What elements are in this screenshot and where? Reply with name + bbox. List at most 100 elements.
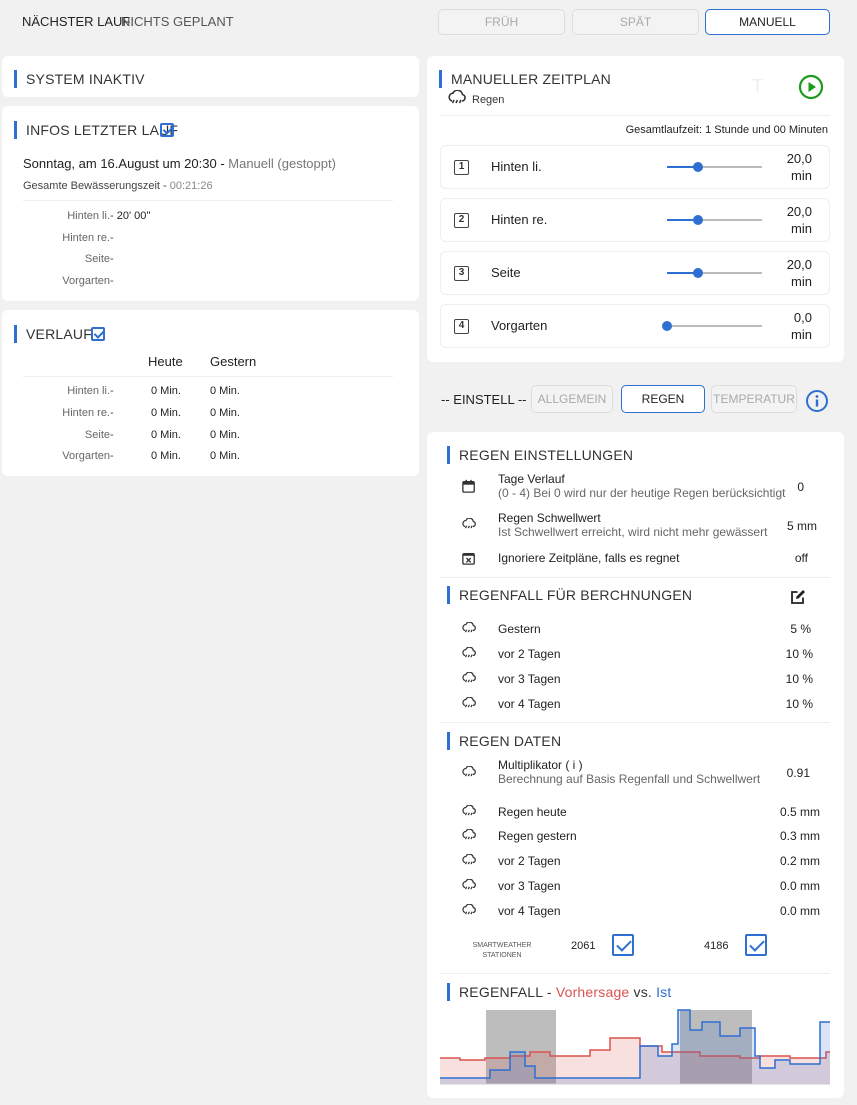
- next-run-value: NICHTS GEPLANT: [121, 14, 234, 29]
- history-row-name: Seite: [84, 429, 110, 441]
- info-circle-icon[interactable]: [805, 389, 829, 413]
- forecast-title-forecast: Vorhersage: [555, 984, 630, 1000]
- rain-data-label: Regen heute: [498, 805, 567, 819]
- edit-icon[interactable]: [789, 588, 807, 606]
- zone-slider-knob[interactable]: [693, 215, 704, 225]
- multiplier-value: 0.91: [786, 766, 810, 780]
- station-checkbox[interactable]: [612, 934, 634, 956]
- setting-value[interactable]: 5 mm: [787, 519, 817, 533]
- late-button[interactable]: SPÄT: [572, 9, 699, 35]
- setting-value[interactable]: off: [795, 551, 808, 565]
- zone-row: 3 Seite 20,0 min: [440, 251, 830, 295]
- rain-data-label: Regen gestern: [498, 829, 577, 843]
- multiplier-sub: Berechnung auf Basis Regenfall und Schwe…: [498, 772, 761, 786]
- history-row-yesterday: 0 Min.: [210, 407, 240, 419]
- history-row-today: 0 Min.: [151, 407, 181, 419]
- history-row-yesterday: 0 Min.: [210, 450, 240, 462]
- last-run-zone-name: Hinten re.: [62, 232, 110, 244]
- calendar-x-icon: [462, 552, 475, 565]
- history-row-today: 0 Min.: [151, 429, 181, 441]
- history-row-dash: -: [110, 385, 114, 397]
- tab-rain[interactable]: REGEN: [621, 385, 705, 413]
- last-run-date-text: Sonntag, am 16.August um 20:30: [23, 156, 217, 171]
- station-id: 2061: [571, 940, 596, 952]
- history-row-name: Vorgarten: [62, 450, 110, 462]
- rainfall-calc-label: vor 4 Tagen: [498, 697, 561, 711]
- tab-temperature[interactable]: TEMPERATUR: [711, 385, 797, 413]
- rainfall-calc-label: vor 3 Tagen: [498, 672, 561, 686]
- cloud-rain-icon: [462, 672, 476, 683]
- cloud-rain-icon: [462, 622, 476, 633]
- rain-data-value: 0.2 mm: [779, 854, 820, 868]
- last-run-checkbox[interactable]: [160, 123, 174, 137]
- manual-schedule-subtitle: Regen: [472, 94, 505, 106]
- history-row-today: 0 Min.: [151, 385, 181, 397]
- section-divider: [440, 722, 830, 723]
- play-circle-icon[interactable]: [798, 74, 824, 100]
- station-id: 4186: [704, 940, 729, 952]
- zone-slider-knob[interactable]: [662, 321, 672, 331]
- cloud-rain-icon: [462, 647, 476, 658]
- setting-label: Tage Verlauf: [498, 472, 565, 486]
- cloud-rain-icon: [462, 879, 476, 890]
- rain-data-value: 0.5 mm: [779, 805, 820, 819]
- cloud-rain-icon: [462, 805, 476, 816]
- last-run-zone-name: Hinten li.: [67, 210, 110, 222]
- cloud-rain-icon: [462, 766, 476, 777]
- history-row-dash: -: [110, 450, 114, 462]
- history-row-dash: -: [110, 429, 114, 441]
- stations-label-line-2: STATIONEN: [482, 952, 522, 959]
- last-run-zone-dash: -: [110, 253, 114, 265]
- zone-row: 1 Hinten li. 20,0 min: [440, 145, 830, 189]
- zone-duration-value: 20,0: [786, 151, 812, 166]
- section-divider: [440, 973, 830, 974]
- system-status-title: SYSTEM INAKTIV: [14, 70, 145, 88]
- cloud-rain-icon: [462, 854, 476, 865]
- rainfall-calc-label: vor 2 Tagen: [498, 647, 561, 661]
- total-runtime: Gesamtlaufzeit: 1 Stunde und 00 Minuten: [625, 124, 828, 136]
- last-run-zone-name: Seite: [84, 253, 110, 265]
- tab-general[interactable]: ALLGEMEIN: [531, 385, 613, 413]
- station-checkbox[interactable]: [745, 934, 767, 956]
- stations-label-line-1: SMARTWEATHER: [472, 942, 532, 949]
- history-title: VERLAUF: [14, 325, 92, 343]
- manual-button[interactable]: MANUELL: [705, 9, 830, 35]
- history-col-today: Heute: [148, 354, 183, 369]
- early-button[interactable]: FRÜH: [438, 9, 565, 35]
- zone-slider-knob[interactable]: [693, 268, 704, 278]
- last-run-zone-name: Vorgarten: [62, 275, 110, 287]
- zone-duration-value: 0,0: [793, 310, 812, 325]
- last-run-total-label: Gesamte Bewässerungszeit: [23, 180, 160, 192]
- cloud-rain-icon: [462, 697, 476, 708]
- manual-schedule-divider: [439, 115, 830, 116]
- zone-duration-unit: min: [791, 274, 812, 289]
- zone-slider[interactable]: [667, 215, 762, 225]
- zone-slider[interactable]: [662, 321, 762, 331]
- last-run-zone-value-text: 20' 00'': [116, 210, 151, 222]
- cloud-rain-icon: [462, 904, 476, 915]
- multiplier-label[interactable]: Multiplikator ( i ): [498, 758, 760, 772]
- history-row-yesterday: 0 Min.: [210, 429, 240, 441]
- setting-days-history: Tage Verlauf (0 - 4) Bei 0 wird nur der …: [498, 472, 785, 500]
- rain-settings-title: REGEN EINSTELLUNGEN: [447, 446, 633, 464]
- history-col-yesterday: Gestern: [210, 354, 257, 369]
- rainfall-forecast-chart: [440, 1009, 830, 1085]
- zone-number: 1: [454, 160, 469, 175]
- history-checkbox[interactable]: [91, 327, 105, 341]
- last-run-title: INFOS LETZTER LAUF: [14, 121, 178, 139]
- history-row-name: Hinten re.: [62, 407, 110, 419]
- last-run-total-separator: -: [163, 180, 170, 192]
- settings-label: -- EINSTELL --: [441, 392, 527, 407]
- zone-slider[interactable]: [667, 162, 762, 172]
- setting-sub: Ist Schwellwert erreicht, wird nicht meh…: [498, 525, 768, 539]
- last-run-date: Sonntag, am 16.August um 20:30 - Manuell…: [23, 156, 336, 171]
- last-run-total: Gesamte Bewässerungszeit - 00:21:26: [23, 180, 213, 192]
- zone-slider-knob[interactable]: [693, 162, 704, 172]
- zone-duration: 20,0 min: [772, 203, 812, 237]
- zone-duration: 20,0 min: [772, 150, 812, 184]
- zone-slider[interactable]: [667, 268, 762, 278]
- history-divider: [23, 376, 393, 377]
- rainfall-calc-value: 10 %: [785, 647, 813, 661]
- setting-value[interactable]: 0: [797, 480, 804, 494]
- next-run-label: NÄCHSTER LAUF:: [22, 14, 134, 29]
